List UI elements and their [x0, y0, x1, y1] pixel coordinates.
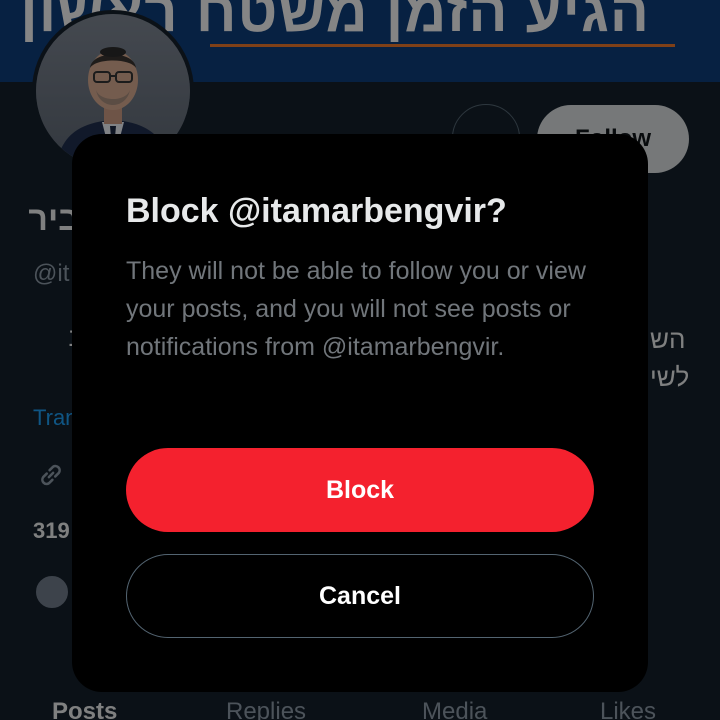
block-button[interactable]: Block	[126, 448, 594, 532]
block-confirmation-dialog: Block @itamarbengvir? They will not be a…	[72, 134, 648, 692]
cancel-button[interactable]: Cancel	[126, 554, 594, 638]
dialog-description: They will not be able to follow you or v…	[126, 257, 586, 361]
dialog-title: Block @itamarbengvir?	[126, 192, 507, 230]
